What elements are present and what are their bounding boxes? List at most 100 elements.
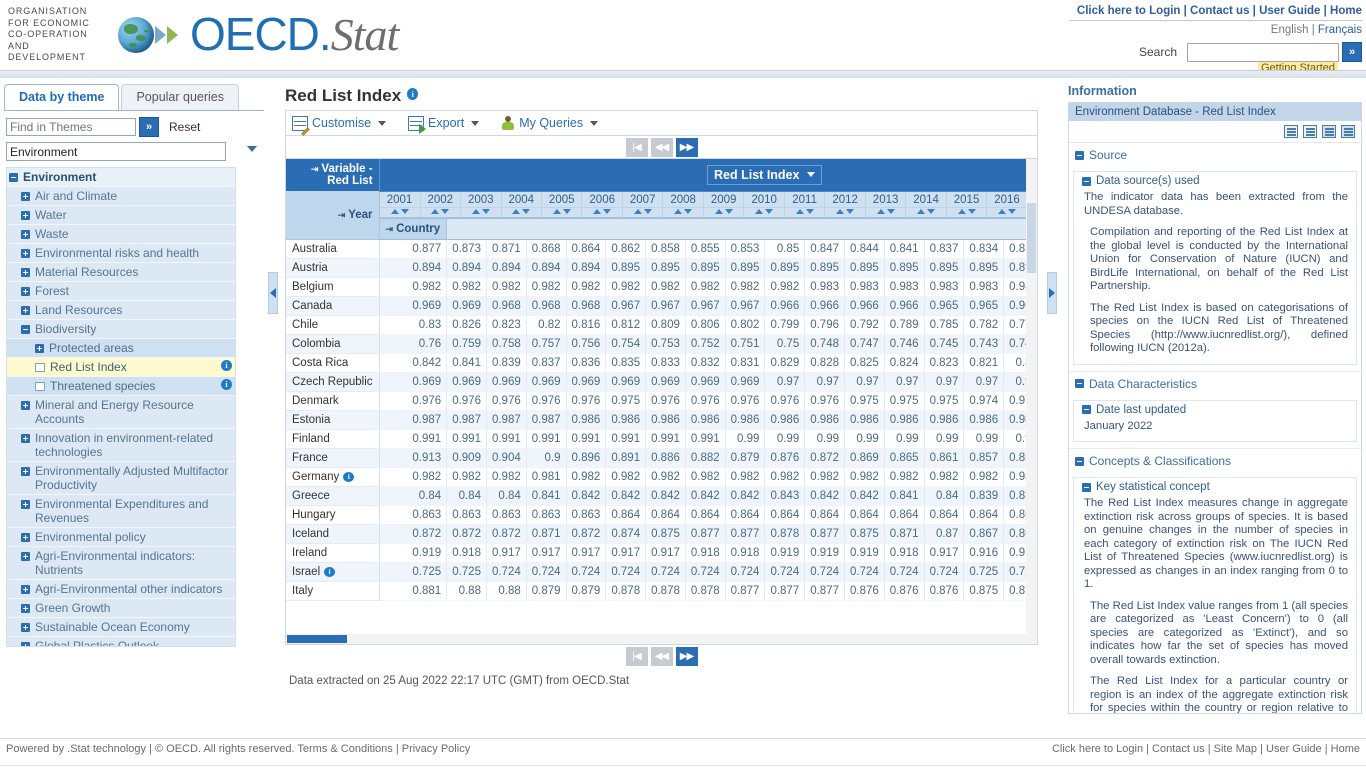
info-icon[interactable]: i: [343, 471, 355, 482]
year-column-header[interactable]: 2011: [784, 191, 826, 208]
information-box[interactable]: Environment Database - Red List Index So…: [1068, 102, 1362, 714]
vertical-scroll-thumb[interactable]: [1027, 203, 1036, 273]
nav-first-button-bottom[interactable]: |◀: [625, 646, 648, 666]
user-guide-link[interactable]: User Guide: [1259, 5, 1320, 17]
sort-descending-icon[interactable]: [967, 208, 976, 214]
year-column-header[interactable]: 2006: [581, 191, 623, 208]
pivot-arrow-icon[interactable]: ⇥: [311, 164, 319, 174]
table-row[interactable]: Canada 0.969 0.969 0.968 0.968 0.968 0.967 0.96…: [286, 296, 1037, 316]
sort-ascending-icon[interactable]: [876, 208, 885, 214]
table-row[interactable]: Greece 0.84 0.84 0.84 0.841 0.842 0.842 0.842 0.…: [286, 486, 1037, 506]
expand-icon[interactable]: [21, 230, 30, 239]
tree-item-threatened-species[interactable]: Threatened species i: [7, 377, 235, 396]
tree-item-waste[interactable]: Waste: [7, 225, 235, 244]
nav-next-button-bottom[interactable]: ▶▶: [675, 646, 698, 666]
sort-ascending-icon[interactable]: [714, 208, 723, 214]
table-row[interactable]: Chile 0.83 0.826 0.823 0.82 0.816 0.812 0.809 0.…: [286, 315, 1037, 335]
info-section-header[interactable]: Data Characteristics: [1069, 372, 1361, 396]
year-column-header[interactable]: 2003: [460, 191, 502, 208]
table-row[interactable]: Ireland 0.919 0.918 0.917 0.917 0.917 0.917 0.9…: [286, 543, 1037, 563]
window-icon[interactable]: [1341, 125, 1355, 138]
expand-icon[interactable]: [21, 642, 30, 646]
collapse-icon[interactable]: [1075, 456, 1084, 466]
sort-descending-icon[interactable]: [522, 208, 531, 214]
info-subsection-header[interactable]: Key statistical concept: [1074, 478, 1356, 495]
tree-item-red-list-index[interactable]: Red List Index i: [7, 358, 235, 377]
collapse-icon[interactable]: [21, 325, 30, 334]
expand-icon[interactable]: [21, 467, 30, 476]
collapse-left-panel-handle[interactable]: [268, 272, 278, 314]
theme-select[interactable]: Environment: [6, 142, 226, 161]
expand-icon[interactable]: [21, 552, 30, 561]
collapse-all-icon[interactable]: [1303, 125, 1317, 138]
collapse-right-panel-handle[interactable]: [1047, 272, 1057, 314]
collapse-icon[interactable]: [1075, 379, 1084, 388]
tree-item-water[interactable]: Water: [7, 206, 235, 225]
year-column-header[interactable]: 2015: [946, 191, 988, 208]
expand-icon[interactable]: [21, 533, 30, 542]
table-row[interactable]: Denmark 0.976 0.976 0.976 0.976 0.976 0.975 0.9…: [286, 391, 1037, 411]
tree-item-environmental-risks-and-health[interactable]: Environmental risks and health: [7, 244, 235, 263]
table-row[interactable]: Finland 0.991 0.991 0.991 0.991 0.991 0.991 0.9…: [286, 429, 1037, 449]
home-link[interactable]: Home: [1330, 5, 1362, 17]
table-row[interactable]: Austria 0.894 0.894 0.894 0.894 0.894 0.895 0.8…: [286, 258, 1037, 278]
tree-item-mineral-and-energy-resource-accounts[interactable]: Mineral and Energy Resource Accounts: [7, 396, 235, 429]
tree-item-protected-areas[interactable]: Protected areas: [7, 339, 235, 358]
year-column-header[interactable]: 2007: [622, 191, 664, 208]
table-row[interactable]: Hungary 0.863 0.863 0.863 0.863 0.863 0.864 0.8…: [286, 505, 1037, 525]
expand-icon[interactable]: [21, 287, 30, 296]
lang-english[interactable]: English: [1271, 24, 1309, 36]
year-column-header[interactable]: 2013: [865, 191, 907, 208]
table-row[interactable]: Germany i 0.982 0.982 0.982 0.981 0.982 0.982 0.…: [286, 467, 1037, 487]
sort-descending-icon[interactable]: [400, 208, 409, 214]
tree-item-innovation-in-environment-related-technologies[interactable]: Innovation in environment-related techno…: [7, 429, 235, 462]
expand-icon[interactable]: [21, 500, 30, 509]
year-column-header[interactable]: 2009: [703, 191, 745, 208]
footer-login-link[interactable]: Click here to Login: [1052, 743, 1143, 755]
table-row[interactable]: Belgium 0.982 0.982 0.982 0.982 0.982 0.982 0.9…: [286, 277, 1037, 297]
sort-ascending-icon[interactable]: [674, 208, 683, 214]
sort-descending-icon[interactable]: [441, 208, 450, 214]
footer-user-guide-link[interactable]: User Guide: [1266, 743, 1322, 755]
tree-item-material-resources[interactable]: Material Resources: [7, 263, 235, 282]
year-column-header[interactable]: 2012: [824, 191, 866, 208]
table-row[interactable]: Italy 0.881 0.88 0.88 0.879 0.879 0.878 0.878 0.…: [286, 581, 1037, 601]
expand-all-icon[interactable]: [1284, 125, 1298, 138]
year-column-header[interactable]: 2014: [905, 191, 947, 208]
find-in-themes-input[interactable]: [6, 118, 136, 136]
sort-ascending-icon[interactable]: [836, 208, 845, 214]
info-icon[interactable]: i: [407, 88, 419, 100]
pivot-arrow-icon[interactable]: ⇥: [386, 224, 394, 234]
info-section-header[interactable]: Concepts & Classifications: [1069, 449, 1361, 473]
sort-descending-icon[interactable]: [886, 208, 895, 214]
sort-descending-icon[interactable]: [805, 208, 814, 214]
sort-descending-icon[interactable]: [846, 208, 855, 214]
expand-icon[interactable]: [21, 268, 30, 277]
table-row[interactable]: Colombia 0.76 0.759 0.758 0.757 0.756 0.754 0.7…: [286, 334, 1037, 354]
expand-icon[interactable]: [21, 306, 30, 315]
tree-item-air-and-climate[interactable]: Air and Climate: [7, 187, 235, 206]
expand-icon[interactable]: [21, 434, 30, 443]
info-subsection-header[interactable]: Date last updated: [1074, 401, 1356, 418]
table-row[interactable]: Czech Republic 0.969 0.969 0.969 0.969 0.969 0…: [286, 372, 1037, 392]
tree-item-agri-environmental-indicators-nutrients[interactable]: Agri-Environmental indicators: Nutrients: [7, 547, 235, 580]
sort-ascending-icon[interactable]: [633, 208, 642, 214]
print-icon[interactable]: [1322, 125, 1336, 138]
sort-ascending-icon[interactable]: [957, 208, 966, 214]
year-column-header[interactable]: 2004: [501, 191, 542, 208]
sort-descending-icon[interactable]: [1008, 208, 1017, 214]
pivot-arrow-icon[interactable]: ⇥: [338, 210, 346, 220]
collapse-icon[interactable]: [1082, 405, 1091, 414]
tab-data-by-theme[interactable]: Data by theme: [4, 84, 120, 110]
tab-popular-queries[interactable]: Popular queries: [121, 84, 240, 110]
sort-ascending-icon[interactable]: [552, 208, 561, 214]
table-row[interactable]: Israel i 0.725 0.725 0.724 0.724 0.724 0.724 0.7…: [286, 562, 1037, 582]
customise-button[interactable]: Customise: [292, 115, 387, 136]
info-subsection-header[interactable]: Data source(s) used: [1074, 172, 1356, 189]
year-column-header[interactable]: 2002: [420, 191, 462, 208]
nav-previous-button[interactable]: ◀◀: [650, 137, 673, 157]
sort-descending-icon[interactable]: [481, 208, 490, 214]
footer-contact-link[interactable]: Contact us: [1152, 743, 1205, 755]
search-go-button[interactable]: »: [1342, 42, 1362, 62]
info-section-header[interactable]: Source: [1069, 143, 1361, 167]
